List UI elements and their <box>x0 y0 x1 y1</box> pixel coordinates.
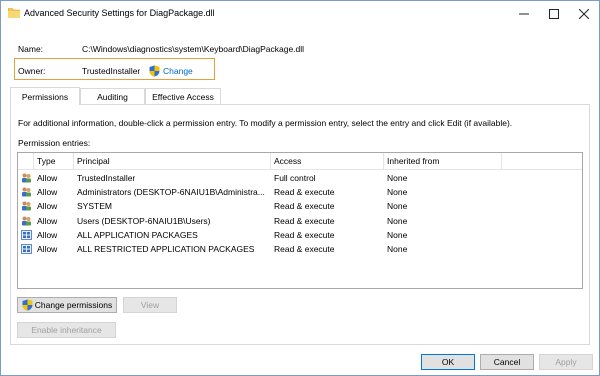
uac-shield-icon <box>149 65 160 77</box>
name-label: Name: <box>18 44 44 54</box>
users-icon <box>22 187 31 197</box>
cell-inherited-from: None <box>387 244 408 254</box>
cell-access: Read & execute <box>274 244 335 254</box>
users-icon <box>22 201 31 211</box>
cell-access: Read & execute <box>274 229 335 240</box>
cell-inherited-from: None <box>387 173 408 183</box>
table-row[interactable]: Allow SYSTEM Read & execute None <box>18 199 582 213</box>
cell-principal: TrustedInstaller <box>77 173 136 183</box>
folder-icon <box>8 8 20 18</box>
cell-type: Allow <box>37 229 58 240</box>
minimize-icon <box>519 13 529 15</box>
permission-entries-label: Permission entries: <box>18 138 91 148</box>
title-bar: Advanced Security Settings for DiagPacka… <box>1 1 599 27</box>
ok-button[interactable]: OK <box>421 354 475 370</box>
cell-principal: Users (DESKTOP-6NAIU1B\Users) <box>77 215 211 226</box>
cell-principal: ALL RESTRICTED APPLICATION PACKAGES <box>77 244 255 254</box>
cell-type: Allow <box>37 173 58 183</box>
uac-shield-icon <box>22 299 33 311</box>
cell-type: Allow <box>37 244 58 254</box>
cell-access: Read & execute <box>274 215 335 226</box>
close-icon <box>579 9 589 19</box>
owner-label: Owner: <box>18 66 46 76</box>
cell-principal: SYSTEM <box>77 201 112 212</box>
cell-type: Allow <box>37 201 58 212</box>
info-text: For additional information, double-click… <box>18 118 513 128</box>
cell-inherited-from: None <box>387 215 408 226</box>
apply-button[interactable]: Apply <box>539 354 593 370</box>
close-button[interactable] <box>569 1 599 27</box>
tab-auditing[interactable]: Auditing <box>80 88 145 104</box>
window-title: Advanced Security Settings for DiagPacka… <box>24 8 215 18</box>
column-header-access[interactable]: Access <box>271 153 384 169</box>
cell-access: Read & execute <box>274 201 335 212</box>
maximize-icon <box>549 9 559 19</box>
column-header-inherited-from[interactable]: Inherited from <box>384 153 502 169</box>
cell-type: Allow <box>37 187 58 198</box>
enable-inheritance-button[interactable]: Enable inheritance <box>17 322 116 338</box>
cell-access: Read & execute <box>274 187 335 198</box>
tab-effective-access[interactable]: Effective Access <box>145 88 221 104</box>
table-row[interactable]: Allow ALL APPLICATION PACKAGES Read & exec… <box>18 228 582 242</box>
cell-inherited-from: None <box>387 187 408 198</box>
maximize-button[interactable] <box>539 1 569 27</box>
minimize-button[interactable] <box>509 1 539 27</box>
change-permissions-button[interactable]: Change permissions <box>17 297 117 313</box>
owner-value: TrustedInstaller <box>82 66 141 76</box>
view-button[interactable]: View <box>123 297 177 313</box>
table-row[interactable]: Allow TrustedInstaller Full control None <box>18 171 582 185</box>
app-package-icon <box>21 229 32 240</box>
cancel-button[interactable]: Cancel <box>480 354 534 370</box>
icon-column-header[interactable] <box>18 153 34 169</box>
list-header: Type Principal Access Inherited from <box>18 153 582 170</box>
cell-principal: ALL APPLICATION PACKAGES <box>77 229 198 240</box>
cell-inherited-from: None <box>387 201 408 212</box>
column-header-type[interactable]: Type <box>34 153 74 169</box>
cell-principal: Administrators (DESKTOP-6NAIU1B\Administ… <box>77 187 265 198</box>
users-icon <box>22 173 31 183</box>
permission-entries-list[interactable]: Type Principal Access Inherited from All… <box>17 152 583 289</box>
cell-type: Allow <box>37 215 58 226</box>
cell-access: Full control <box>274 173 316 183</box>
users-icon <box>22 216 31 226</box>
tab-permissions[interactable]: Permissions <box>10 87 80 105</box>
advanced-security-settings-dialog: Advanced Security Settings for DiagPacka… <box>0 0 600 376</box>
change-owner-link[interactable]: Change <box>149 65 193 77</box>
table-row[interactable]: Allow Administrators (DESKTOP-6NAIU1B\Adm… <box>18 185 582 199</box>
cell-inherited-from: None <box>387 229 408 240</box>
change-permissions-label: Change permissions <box>34 300 113 310</box>
table-row[interactable]: Allow ALL RESTRICTED APPLICATION PACKAGES… <box>18 242 582 256</box>
app-package-icon <box>21 244 32 254</box>
change-link-label: Change <box>163 66 193 76</box>
name-value: C:\Windows\diagnostics\system\Keyboard\D… <box>82 44 305 54</box>
column-header-principal[interactable]: Principal <box>74 153 271 169</box>
table-row[interactable]: Allow Users (DESKTOP-6NAIU1B\Users) Read &… <box>18 214 582 228</box>
